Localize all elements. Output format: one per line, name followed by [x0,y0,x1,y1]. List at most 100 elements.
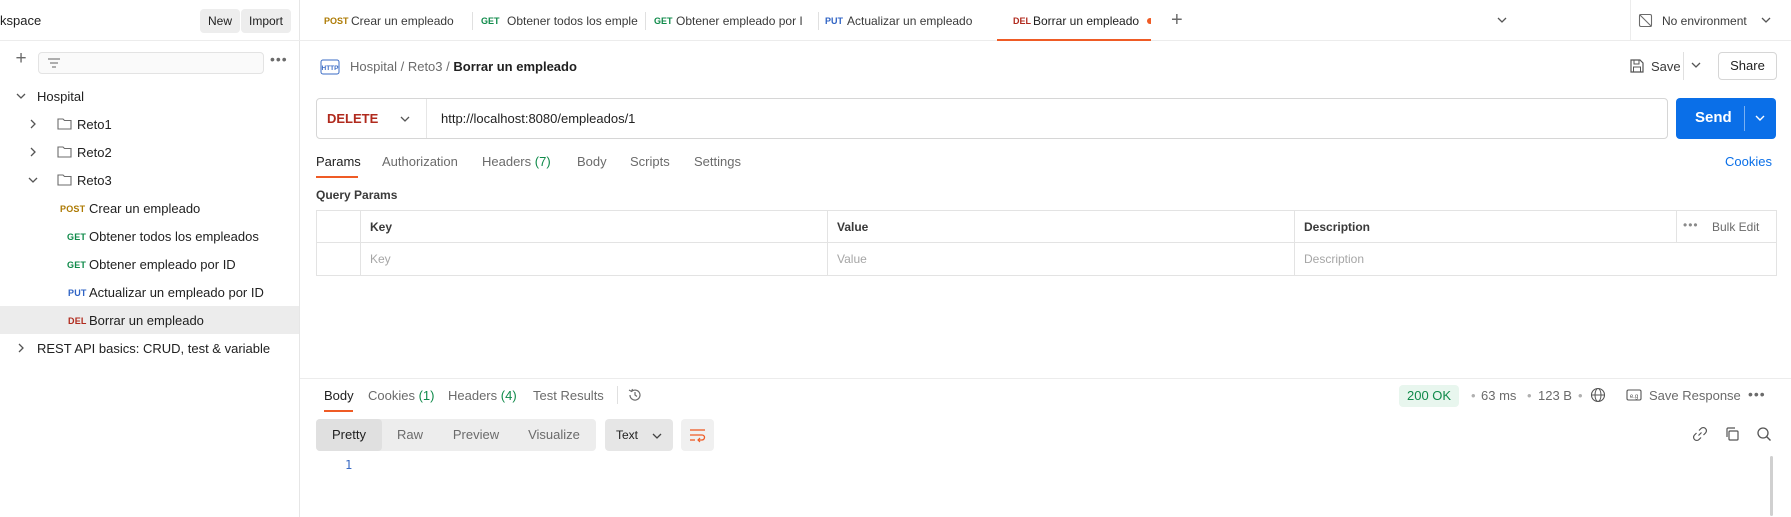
cookies-count: (1) [418,388,435,403]
folder-reto1[interactable]: Reto1 [0,110,299,138]
copy-icon[interactable] [1724,426,1740,442]
request-item[interactable]: PUT Actualizar un empleado por ID [0,278,299,306]
language-dropdown[interactable]: Text [605,419,673,451]
folder-reto2[interactable]: Reto2 [0,138,299,166]
tab-settings[interactable]: Settings [694,154,741,169]
response-time[interactable]: 63 ms [1481,388,1516,403]
share-button[interactable]: Share [1718,52,1777,80]
key-input[interactable]: Key [361,243,828,275]
tab-delete-active[interactable]: DEL Borrar un empleado [997,0,1151,41]
breadcrumb-separator: / [400,59,408,74]
url-input[interactable]: http://localhost:8080/empleados/1 [441,111,635,126]
tab-get[interactable]: GET Obtener todos los emple [473,0,644,41]
status-badge[interactable]: 200 OK [1399,385,1460,407]
chevron-down-icon[interactable] [27,174,39,186]
format-preview[interactable]: Preview [438,419,514,451]
collection-rest-api-basics[interactable]: REST API basics: CRUD, test & variable [0,334,299,362]
breadcrumb-current[interactable]: Borrar un empleado [453,59,577,74]
column-header: Description [1304,220,1371,234]
description-input[interactable]: Description [1295,243,1776,275]
response-size[interactable]: 123 B [1538,388,1572,403]
send-button[interactable]: Send [1676,98,1776,139]
method-badge: GET [654,16,673,26]
meta-separator: • [1471,388,1476,403]
cookies-link[interactable]: Cookies [1725,154,1772,169]
table-row: Key Value Description [317,243,1776,275]
method-badge: DEL [1013,16,1031,26]
save-divider [1683,52,1684,80]
response-tab-headers[interactable]: Headers (4) [448,388,517,403]
breadcrumb: Hospital / Reto3 / Borrar un empleado [350,59,577,74]
request-item-selected[interactable]: DEL Borrar un empleado [0,306,299,334]
tab-post[interactable]: POST Crear un empleado [300,0,470,41]
request-item[interactable]: GET Obtener empleado por ID [0,250,299,278]
chevron-right-icon[interactable] [27,146,39,158]
response-tab-cookies[interactable]: Cookies (1) [368,388,434,403]
scrollbar[interactable] [1770,456,1773,516]
workspace-name[interactable]: kspace [0,13,41,28]
request-item[interactable]: GET Obtener todos los empleados [0,222,299,250]
meta-separator: • [1578,388,1583,403]
breadcrumb-folder[interactable]: Reto3 [408,59,443,74]
request-item[interactable]: POST Crear un empleado [0,194,299,222]
response-tab-body[interactable]: Body [324,388,354,403]
collection-hospital[interactable]: Hospital [0,82,299,110]
value-input[interactable]: Value [828,243,1295,275]
chevron-right-icon[interactable] [27,118,39,130]
tab-get[interactable]: GET Obtener empleado por I [646,0,817,41]
format-raw[interactable]: Raw [382,419,438,451]
bulk-edit-button[interactable]: Bulk Edit [1712,220,1759,234]
collection-label: REST API basics: CRUD, test & variable [37,341,271,356]
headers-count: (4) [500,388,517,403]
chevron-down-icon[interactable] [15,90,27,102]
save-response-icon: e.g [1626,389,1642,401]
svg-text:e.g: e.g [1630,394,1638,400]
search-icon[interactable] [1756,426,1772,442]
chevron-down-icon[interactable] [1690,59,1702,71]
request-tab-bar: POST Crear un empleado GET Obtener todos… [300,0,1791,41]
request-label: Obtener todos los empleados [89,229,259,244]
folder-label: Reto1 [77,117,112,132]
send-divider [1744,106,1745,131]
new-button[interactable]: New [200,9,241,33]
format-visualize[interactable]: Visualize [514,419,594,451]
folder-reto3[interactable]: Reto3 [0,166,299,194]
tab-headers[interactable]: Headers (7) [482,154,551,169]
response-tab-test-results[interactable]: Test Results [533,388,604,403]
tab-scripts[interactable]: Scripts [630,154,670,169]
folder-label: Reto2 [77,145,112,160]
response-divider [300,378,1791,379]
url-bar: DELETE http://localhost:8080/empleados/1 [316,98,1668,139]
chevron-down-icon[interactable] [1495,13,1509,27]
tab-body[interactable]: Body [577,154,607,169]
format-pretty[interactable]: Pretty [316,419,382,451]
method-badge: PUT [68,288,87,298]
tab-authorization[interactable]: Authorization [382,154,458,169]
svg-text:HTTP: HTTP [322,65,340,72]
chevron-right-icon[interactable] [15,342,27,354]
save-icon [1630,59,1644,73]
chevron-down-icon[interactable] [1754,112,1766,124]
add-icon[interactable]: + [12,49,30,69]
filter-icon [48,58,60,68]
query-params-title: Query Params [316,188,398,202]
more-options-icon[interactable]: ••• [270,51,288,67]
tab-put[interactable]: PUT Actualizar un empleado [819,0,990,41]
new-tab-icon[interactable]: + [1171,9,1183,32]
tab-params[interactable]: Params [316,154,361,169]
placeholder: Value [837,252,867,266]
history-icon[interactable] [627,387,643,403]
method-dropdown[interactable]: DELETE [317,99,427,138]
more-options-icon[interactable]: ••• [1748,386,1766,402]
breadcrumb-collection[interactable]: Hospital [350,59,397,74]
more-options-icon[interactable]: ••• [1683,218,1699,232]
link-icon[interactable] [1692,426,1708,442]
method-badge: GET [67,260,87,270]
env-divider [1630,0,1631,41]
workspace-header: kspace New Import [0,0,300,41]
method-badge: DEL [68,316,87,326]
wrap-lines-button[interactable] [681,419,714,451]
filter-input[interactable] [38,52,264,74]
import-button[interactable]: Import [241,9,292,33]
globe-icon[interactable] [1590,387,1606,403]
